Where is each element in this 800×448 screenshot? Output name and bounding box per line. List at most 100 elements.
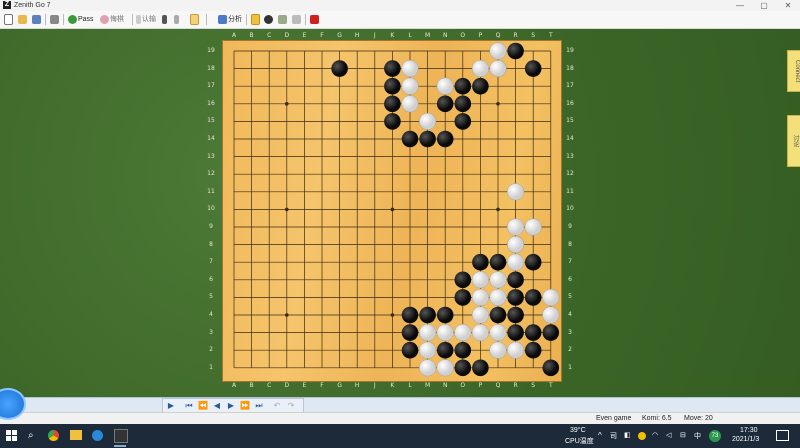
undo-button[interactable]: 悔棋 bbox=[100, 14, 124, 25]
pass-button[interactable]: Pass bbox=[68, 14, 94, 25]
row-label: 8 bbox=[568, 240, 572, 248]
stop-button[interactable] bbox=[310, 14, 320, 25]
row-label: 7 bbox=[568, 258, 572, 266]
black-stone bbox=[472, 77, 489, 95]
white-stone bbox=[419, 324, 437, 342]
notification-icon[interactable] bbox=[776, 430, 789, 441]
back-button[interactable]: ◀ bbox=[211, 400, 223, 411]
discussion-tab[interactable]: 讨论 bbox=[787, 115, 800, 167]
connect-tab[interactable]: Connect bbox=[787, 50, 800, 92]
column-label: O bbox=[460, 382, 466, 389]
chevron-up-icon[interactable]: ^ bbox=[598, 431, 602, 440]
row-label: 15 bbox=[566, 117, 574, 125]
zenith-go-taskbar-icon[interactable] bbox=[114, 429, 128, 443]
row-label: 4 bbox=[209, 311, 213, 318]
print-icon bbox=[50, 14, 59, 24]
white-stone bbox=[436, 359, 454, 377]
column-label: N bbox=[442, 382, 448, 389]
tray-icon[interactable]: ⊟ bbox=[680, 431, 686, 439]
analyze-button[interactable]: 分析 bbox=[218, 14, 242, 25]
star-point bbox=[285, 102, 289, 106]
active-app-indicator bbox=[114, 445, 126, 447]
column-label: S bbox=[531, 382, 536, 389]
row-label: 11 bbox=[207, 187, 215, 195]
row-label: 2 bbox=[568, 346, 572, 354]
black-stone bbox=[454, 271, 472, 289]
tray-icon[interactable] bbox=[638, 432, 646, 440]
black-stone bbox=[507, 289, 524, 306]
resign-button[interactable]: 认输 bbox=[136, 14, 156, 25]
column-label: J bbox=[373, 32, 376, 39]
minus-button[interactable] bbox=[190, 14, 200, 25]
row-label: 5 bbox=[209, 293, 213, 301]
column-label: M bbox=[425, 382, 431, 389]
undo-nav-icon[interactable]: ↶ bbox=[271, 400, 283, 411]
play-button[interactable]: ▶ bbox=[165, 400, 177, 411]
edge-icon[interactable] bbox=[92, 430, 103, 441]
maximize-button[interactable]: ▢ bbox=[752, 0, 776, 11]
column-label: F bbox=[320, 382, 324, 389]
black-stone bbox=[401, 324, 419, 341]
print-button[interactable] bbox=[50, 14, 60, 25]
taskbar: ⌕ 39°C CPU温度 ^ 司 ◧ ◠ ◁ ⊟ 中 73 17:30 2021… bbox=[0, 424, 800, 448]
white-stone bbox=[489, 271, 507, 289]
white-stone bbox=[524, 218, 542, 236]
open-file-button[interactable] bbox=[18, 14, 28, 25]
row-label: 4 bbox=[568, 311, 572, 318]
go-board[interactable] bbox=[223, 41, 561, 381]
erase-button[interactable] bbox=[174, 14, 180, 25]
forward-button[interactable]: ▶ bbox=[225, 400, 237, 411]
column-label: A bbox=[231, 382, 237, 389]
column-label: E bbox=[302, 382, 307, 389]
white-stone bbox=[542, 288, 560, 306]
star-point bbox=[496, 207, 500, 212]
close-button[interactable]: ✕ bbox=[776, 0, 800, 11]
file-explorer-icon[interactable] bbox=[70, 430, 82, 440]
wifi-icon[interactable]: ◠ bbox=[652, 431, 658, 439]
column-label: P bbox=[478, 382, 483, 389]
column-label: H bbox=[354, 32, 360, 39]
column-label: J bbox=[373, 382, 376, 389]
white-stone bbox=[489, 288, 507, 306]
clock-date[interactable]: 2021/1/3 bbox=[732, 436, 759, 443]
minimize-button[interactable]: — bbox=[728, 0, 752, 11]
star-point bbox=[496, 102, 500, 106]
back-ten-button[interactable]: ⏪ bbox=[197, 400, 209, 411]
input-language[interactable]: 中 bbox=[694, 431, 701, 441]
stone-button[interactable] bbox=[264, 14, 274, 25]
tray-icon[interactable]: ◧ bbox=[624, 431, 631, 439]
checkmark-icon bbox=[292, 14, 301, 24]
black-stone bbox=[401, 306, 419, 324]
chrome-icon[interactable] bbox=[48, 430, 59, 441]
save-button[interactable] bbox=[32, 14, 42, 25]
clock-time[interactable]: 17:30 bbox=[740, 427, 758, 434]
badge[interactable]: 73 bbox=[709, 430, 721, 442]
row-label: 10 bbox=[207, 205, 215, 213]
toolbar: Pass 悔棋 认输 分析 bbox=[0, 11, 800, 29]
tool-button[interactable] bbox=[278, 14, 288, 25]
white-stone bbox=[507, 341, 525, 359]
windows-start-icon[interactable] bbox=[6, 430, 17, 441]
analyze-icon bbox=[218, 14, 227, 24]
black-stone bbox=[524, 324, 542, 341]
column-label: D bbox=[284, 382, 290, 389]
redo-nav-icon[interactable]: ↷ bbox=[285, 400, 297, 411]
temperature-value: 39°C bbox=[570, 427, 586, 434]
white-stone bbox=[401, 95, 419, 113]
last-move-button[interactable]: ⏭ bbox=[253, 400, 265, 411]
board-grid[interactable] bbox=[223, 41, 561, 381]
star-point bbox=[285, 313, 289, 317]
black-stone bbox=[436, 95, 454, 113]
tray-icon[interactable]: 司 bbox=[610, 431, 617, 441]
forward-ten-button[interactable]: ⏩ bbox=[239, 400, 251, 411]
volume-icon[interactable]: ◁ bbox=[666, 431, 671, 439]
black-stone bbox=[507, 324, 524, 341]
first-move-button[interactable]: ⏮ bbox=[183, 400, 195, 411]
new-file-button[interactable] bbox=[4, 14, 14, 25]
hint-button[interactable] bbox=[251, 14, 261, 25]
search-icon[interactable]: ⌕ bbox=[28, 430, 34, 441]
white-stone bbox=[454, 324, 472, 342]
edit-button[interactable] bbox=[162, 14, 168, 25]
check-button[interactable] bbox=[292, 14, 302, 25]
black-stone bbox=[524, 253, 542, 271]
